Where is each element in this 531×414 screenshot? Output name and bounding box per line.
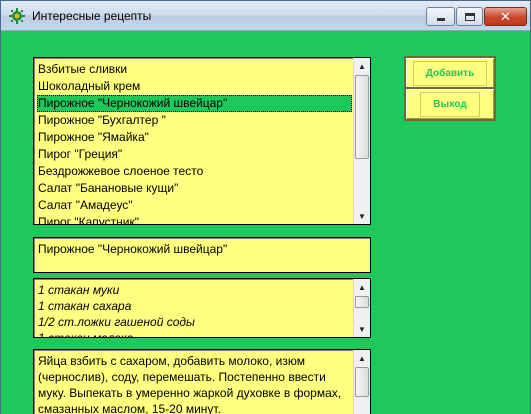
recipe-list-item[interactable]: Пирожное "Бухгалтер " bbox=[37, 112, 352, 129]
green-gear-icon bbox=[9, 8, 25, 24]
add-button-label: Добавить bbox=[412, 60, 488, 86]
recipe-list-item[interactable]: Пирог "Греция" bbox=[37, 146, 352, 163]
ingredients-scrollbar[interactable]: ▲ ▼ bbox=[353, 279, 370, 337]
recipe-list-scrollbar[interactable]: ▲ ▼ bbox=[353, 58, 370, 224]
ingredient-line: 1 стакан молока bbox=[38, 331, 134, 338]
minimize-button[interactable] bbox=[426, 7, 455, 26]
scroll-thumb[interactable] bbox=[355, 75, 369, 159]
recipe-list-item[interactable]: Бездрожжевое слоеное тесто bbox=[37, 163, 352, 180]
exit-button-label: Выход bbox=[420, 91, 480, 117]
instructions-memo[interactable]: Яйца взбить с сахаром, добавить молоко, … bbox=[33, 349, 371, 414]
instructions-scrollbar[interactable]: ▲ bbox=[353, 350, 370, 414]
minimize-icon bbox=[436, 18, 445, 21]
recipe-list: Взбитые сливки Шоколадный крем Пирожное "Ч… bbox=[37, 61, 352, 224]
add-button[interactable]: Добавить bbox=[404, 56, 496, 90]
maximize-icon bbox=[464, 12, 475, 21]
recipe-list-item[interactable]: Пирожное "Ямайка" bbox=[37, 129, 352, 146]
title-bar[interactable]: Интересные рецепты ✕ bbox=[1, 1, 530, 31]
ingredients-lines: 1 стакан муки 1 стакан сахара 1/2 ст.ложки… bbox=[38, 282, 352, 338]
recipe-listbox[interactable]: Взбитые сливки Шоколадный крем Пирожное "Ч… bbox=[33, 57, 371, 225]
ingredient-line: 1 стакан муки bbox=[38, 283, 120, 297]
recipe-list-item[interactable]: Пирог "Капустник" bbox=[37, 214, 352, 224]
scroll-down-arrow-icon[interactable]: ▼ bbox=[354, 321, 370, 337]
recipe-title-field[interactable]: Пирожное "Чернокожий швейцар" bbox=[33, 237, 371, 273]
exit-button[interactable]: Выход bbox=[404, 87, 496, 121]
recipe-list-item[interactable]: Шоколадный крем bbox=[37, 78, 352, 95]
maximize-button[interactable] bbox=[456, 7, 483, 26]
app-window: Интересные рецепты ✕ Взбитые сливки Шокол… bbox=[0, 0, 531, 414]
scroll-down-arrow-icon[interactable]: ▼ bbox=[354, 208, 370, 224]
scroll-up-arrow-icon[interactable]: ▲ bbox=[354, 279, 370, 295]
ingredient-line: 1/2 ст.ложки гашеной соды bbox=[38, 315, 195, 329]
scroll-up-arrow-icon[interactable]: ▲ bbox=[354, 58, 370, 74]
recipe-list-item[interactable]: Пирожное "Чернокожий швейцар" bbox=[37, 95, 352, 112]
recipe-list-item[interactable]: Салат "Банановые кущи" bbox=[37, 180, 352, 197]
instructions-text: Яйца взбить с сахаром, добавить молоко, … bbox=[38, 354, 342, 414]
ingredients-memo[interactable]: 1 стакан муки 1 стакан сахара 1/2 ст.ложки… bbox=[33, 278, 371, 338]
scroll-thumb[interactable] bbox=[355, 296, 369, 308]
close-button[interactable]: ✕ bbox=[484, 7, 527, 26]
recipe-list-item[interactable]: Салат "Амадеус" bbox=[37, 197, 352, 214]
close-icon: ✕ bbox=[500, 9, 511, 24]
ingredient-line: 1 стакан сахара bbox=[38, 299, 132, 313]
scroll-up-arrow-icon[interactable]: ▲ bbox=[354, 350, 370, 366]
window-title: Интересные рецепты bbox=[32, 9, 152, 23]
recipe-list-item[interactable]: Взбитые сливки bbox=[37, 61, 352, 78]
scroll-thumb[interactable] bbox=[355, 367, 369, 397]
recipe-title-text: Пирожное "Чернокожий швейцар" bbox=[38, 242, 228, 256]
client-area: Взбитые сливки Шоколадный крем Пирожное "Ч… bbox=[8, 32, 523, 414]
